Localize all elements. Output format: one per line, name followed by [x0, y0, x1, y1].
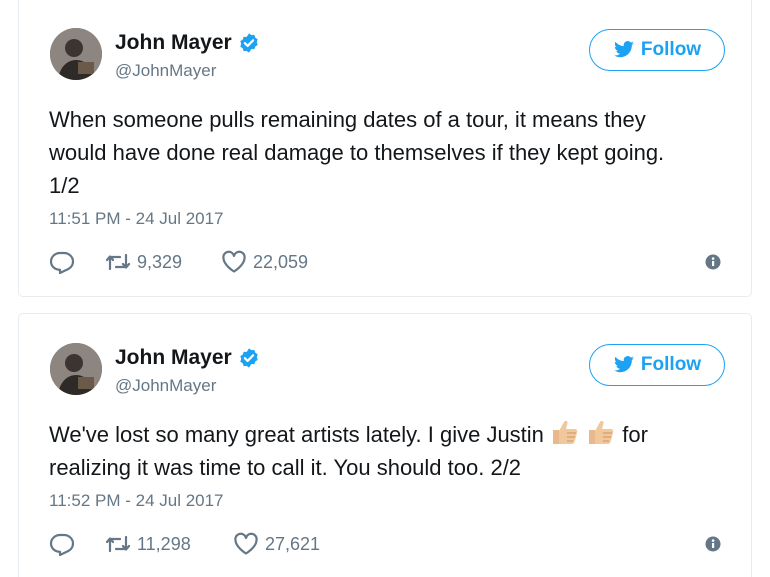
retweet-button[interactable]: 9,329	[105, 250, 182, 274]
verified-badge-icon	[239, 348, 258, 368]
retweet-icon	[105, 535, 131, 553]
heart-icon	[234, 532, 258, 555]
tweet-text-line: 1/2	[49, 173, 80, 198]
follow-button[interactable]: Follow	[589, 344, 725, 386]
avatar[interactable]	[50, 343, 102, 395]
tweet-card-2: John Mayer @JohnMayer Follow We've lost …	[18, 313, 752, 577]
author-handle[interactable]: @JohnMayer	[115, 376, 216, 396]
author-handle[interactable]: @JohnMayer	[115, 61, 216, 81]
twitter-bird-icon	[614, 41, 634, 58]
tweet-text-segment: We've lost so many great artists lately.…	[49, 422, 544, 447]
tweet-text-segment: for	[622, 422, 648, 447]
tweet-text-line: would have done real damage to themselve…	[49, 140, 665, 165]
retweet-icon	[105, 253, 131, 271]
info-icon[interactable]	[705, 536, 721, 552]
tweet-actions: 11,298 27,621	[49, 532, 721, 560]
heart-icon	[222, 250, 246, 273]
thumbs-up-emoji-icon	[589, 420, 614, 444]
follow-button[interactable]: Follow	[589, 29, 725, 71]
author-name[interactable]: John Mayer	[115, 31, 232, 55]
like-count: 22,059	[253, 251, 309, 272]
tweet-text-line: We've lost so many great artists lately.…	[49, 418, 729, 451]
follow-label: Follow	[640, 39, 702, 60]
like-button[interactable]: 27,621	[233, 532, 320, 556]
like-count: 27,621	[265, 533, 321, 554]
tweet-card-1: John Mayer @JohnMayer Follow When someon…	[18, 0, 752, 297]
author-name-row: John Mayer	[115, 346, 260, 370]
tweet-timestamp[interactable]: 11:51 PM - 24 Jul 2017	[49, 209, 224, 229]
author-name-row: John Mayer	[115, 31, 260, 55]
tweet-text-line: realizing it was time to call it. You sh…	[49, 455, 522, 480]
reply-icon	[49, 533, 75, 556]
retweet-button[interactable]: 11,298	[105, 532, 191, 556]
follow-label: Follow	[640, 354, 702, 375]
tweet-actions: 9,329 22,059	[49, 250, 721, 278]
reply-button[interactable]	[49, 250, 81, 274]
tweet-text: When someone pulls remaining dates of a …	[49, 103, 729, 202]
tweet-text: We've lost so many great artists lately.…	[49, 418, 729, 484]
like-button[interactable]: 22,059	[221, 250, 308, 274]
avatar[interactable]	[50, 28, 102, 80]
retweet-count: 9,329	[137, 251, 183, 272]
verified-badge-icon	[239, 33, 258, 53]
author-name[interactable]: John Mayer	[115, 346, 232, 370]
reply-icon	[49, 251, 75, 274]
retweet-count: 11,298	[137, 533, 191, 554]
tweet-text-line: When someone pulls remaining dates of a …	[49, 107, 646, 132]
tweet-timestamp[interactable]: 11:52 PM - 24 Jul 2017	[49, 491, 224, 511]
reply-button[interactable]	[49, 532, 81, 556]
info-icon[interactable]	[705, 254, 721, 270]
thumbs-up-emoji-icon	[553, 420, 578, 444]
twitter-bird-icon	[614, 356, 634, 373]
